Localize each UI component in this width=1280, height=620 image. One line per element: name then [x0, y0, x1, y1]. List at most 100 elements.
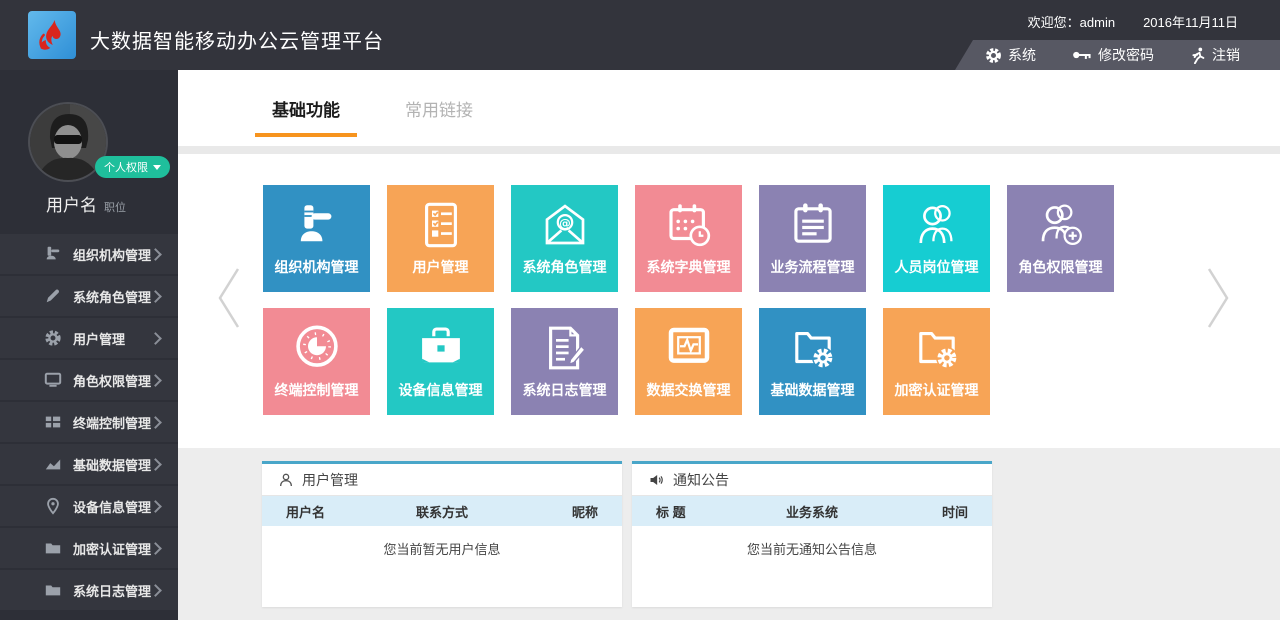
sidebar-item-label: 系统角色管理 — [73, 287, 151, 306]
sidebar-item-label: 基础数据管理 — [73, 455, 151, 474]
sidebar-item-base-data[interactable]: 基础数据管理 — [0, 444, 178, 484]
sidebar: 个人权限 用户名 职位 组织机构管理 系统角色管理 — [0, 70, 178, 620]
tile-grid: 组织机构管理 用户管理 — [263, 185, 1114, 415]
tile-encryption-auth[interactable]: 加密认证管理 — [883, 308, 990, 415]
tile-label: 人员岗位管理 — [895, 257, 979, 277]
gear-icon — [985, 47, 1002, 64]
tile-device-info[interactable]: 设备信息管理 — [387, 308, 494, 415]
sidebar-item-label: 组织机构管理 — [73, 245, 151, 264]
tab-bar: 基础功能 常用链接 — [178, 70, 1280, 146]
tile-carousel: 组织机构管理 用户管理 — [178, 154, 1280, 448]
notices-panel-header: 通知公告 — [632, 464, 992, 496]
main-content: 基础功能 常用链接 组织机构管理 — [178, 70, 1280, 620]
sidebar-item-role-permissions[interactable]: 角色权限管理 — [0, 360, 178, 400]
top-header: 大数据智能移动办公云管理平台 欢迎您：admin 2016年11月11日 系统 — [0, 0, 1280, 70]
sidebar-item-system-roles[interactable]: 系统角色管理 — [0, 276, 178, 316]
sidebar-item-encryption-auth[interactable]: 加密认证管理 — [0, 528, 178, 568]
gavel-icon — [44, 245, 62, 263]
calendar-clock-icon — [662, 198, 716, 252]
users-panel-title: 用户管理 — [302, 470, 358, 490]
tile-data-exchange[interactable]: 数据交换管理 — [635, 308, 742, 415]
page-title: 大数据智能移动办公云管理平台 — [90, 0, 384, 74]
tile-label: 业务流程管理 — [771, 257, 855, 277]
username-text: 用户名 — [46, 191, 97, 216]
column-header: 用户名 — [262, 502, 390, 521]
tile-terminal-control[interactable]: 终端控制管理 — [263, 308, 370, 415]
column-header: 标 题 — [632, 502, 760, 521]
carousel-prev-button[interactable] — [215, 266, 243, 330]
sidebar-item-label: 角色权限管理 — [73, 371, 151, 390]
users-empty-message: 您当前暂无用户信息 — [262, 539, 622, 558]
tile-business-process[interactable]: 业务流程管理 — [759, 185, 866, 292]
tile-label: 系统角色管理 — [523, 257, 607, 277]
flame-logo-icon — [32, 15, 72, 55]
clipboard-icon — [786, 198, 840, 252]
chevron-right-icon — [149, 416, 162, 429]
tile-label: 设备信息管理 — [399, 380, 483, 400]
sidebar-item-system-logs[interactable]: 系统日志管理 — [0, 570, 178, 610]
tile-label: 基础数据管理 — [771, 380, 855, 400]
chevron-right-icon — [149, 500, 162, 513]
header-actions-bar: 系统 修改密码 注销 — [955, 40, 1280, 70]
tile-system-roles[interactable]: @ 系统角色管理 — [511, 185, 618, 292]
tile-label: 组织机构管理 — [275, 257, 359, 277]
column-header: 昵称 — [494, 502, 622, 521]
notices-panel-title: 通知公告 — [673, 470, 729, 490]
sidebar-item-label: 加密认证管理 — [73, 539, 151, 558]
gear-icon — [44, 329, 62, 347]
tile-label: 加密认证管理 — [895, 380, 979, 400]
users-panel-header: 用户管理 — [262, 464, 622, 496]
system-button[interactable]: 系统 — [985, 45, 1036, 65]
chevron-right-icon — [149, 584, 162, 597]
person-icon — [278, 472, 294, 488]
chevron-right-icon — [149, 290, 162, 303]
people-icon — [910, 198, 964, 252]
folder-gear-icon — [786, 321, 840, 375]
chevron-right-icon — [149, 542, 162, 555]
tile-base-data[interactable]: 基础数据管理 — [759, 308, 866, 415]
tile-org-management[interactable]: 组织机构管理 — [263, 185, 370, 292]
tile-system-dictionary[interactable]: 系统字典管理 — [635, 185, 742, 292]
sidebar-item-org-management[interactable]: 组织机构管理 — [0, 234, 178, 274]
tile-personnel-posts[interactable]: 人员岗位管理 — [883, 185, 990, 292]
checklist-icon — [414, 198, 468, 252]
role-text: 职位 — [104, 199, 126, 215]
tile-label: 用户管理 — [413, 257, 469, 277]
brand-logo[interactable] — [28, 11, 76, 59]
pencil-icon — [44, 287, 62, 305]
tile-label: 系统字典管理 — [647, 257, 731, 277]
tab-common-links[interactable]: 常用链接 — [394, 70, 484, 146]
sidebar-item-label: 设备信息管理 — [73, 497, 151, 516]
tile-label: 角色权限管理 — [1019, 257, 1103, 277]
welcome-user: 欢迎您：admin — [1028, 12, 1115, 31]
change-password-button[interactable]: 修改密码 — [1072, 45, 1154, 65]
key-icon — [1072, 48, 1092, 62]
folder-icon — [44, 581, 62, 599]
people-plus-icon — [1034, 198, 1088, 252]
app-window: 大数据智能移动办公云管理平台 欢迎您：admin 2016年11月11日 系统 — [0, 0, 1280, 620]
chevron-right-icon — [149, 248, 162, 261]
area-chart-icon — [44, 455, 62, 473]
tile-user-management[interactable]: 用户管理 — [387, 185, 494, 292]
tile-label: 数据交换管理 — [647, 380, 731, 400]
logout-button[interactable]: 注销 — [1190, 45, 1240, 65]
document-pen-icon — [538, 321, 592, 375]
tile-role-permissions[interactable]: 角色权限管理 — [1007, 185, 1114, 292]
personal-permission-badge[interactable]: 个人权限 — [95, 156, 170, 178]
tile-system-logs[interactable]: 系统日志管理 — [511, 308, 618, 415]
permission-badge-label: 个人权限 — [104, 159, 148, 175]
tab-basic-functions[interactable]: 基础功能 — [255, 70, 357, 146]
users-panel: 用户管理 用户名 联系方式 昵称 您当前暂无用户信息 — [262, 461, 622, 607]
sidebar-item-terminal-control[interactable]: 终端控制管理 — [0, 402, 178, 442]
briefcase-icon — [414, 321, 468, 375]
speaker-icon — [648, 472, 665, 488]
chevron-right-icon — [149, 332, 162, 345]
chevron-right-icon — [149, 374, 162, 387]
welcome-bar: 欢迎您：admin 2016年11月11日 — [1028, 12, 1238, 31]
carousel-next-button[interactable] — [1204, 266, 1232, 330]
location-pin-icon — [44, 497, 62, 515]
current-date: 2016年11月11日 — [1143, 12, 1238, 31]
sidebar-item-user-management[interactable]: 用户管理 — [0, 318, 178, 358]
list-grid-icon — [44, 413, 62, 431]
sidebar-item-device-info[interactable]: 设备信息管理 — [0, 486, 178, 526]
